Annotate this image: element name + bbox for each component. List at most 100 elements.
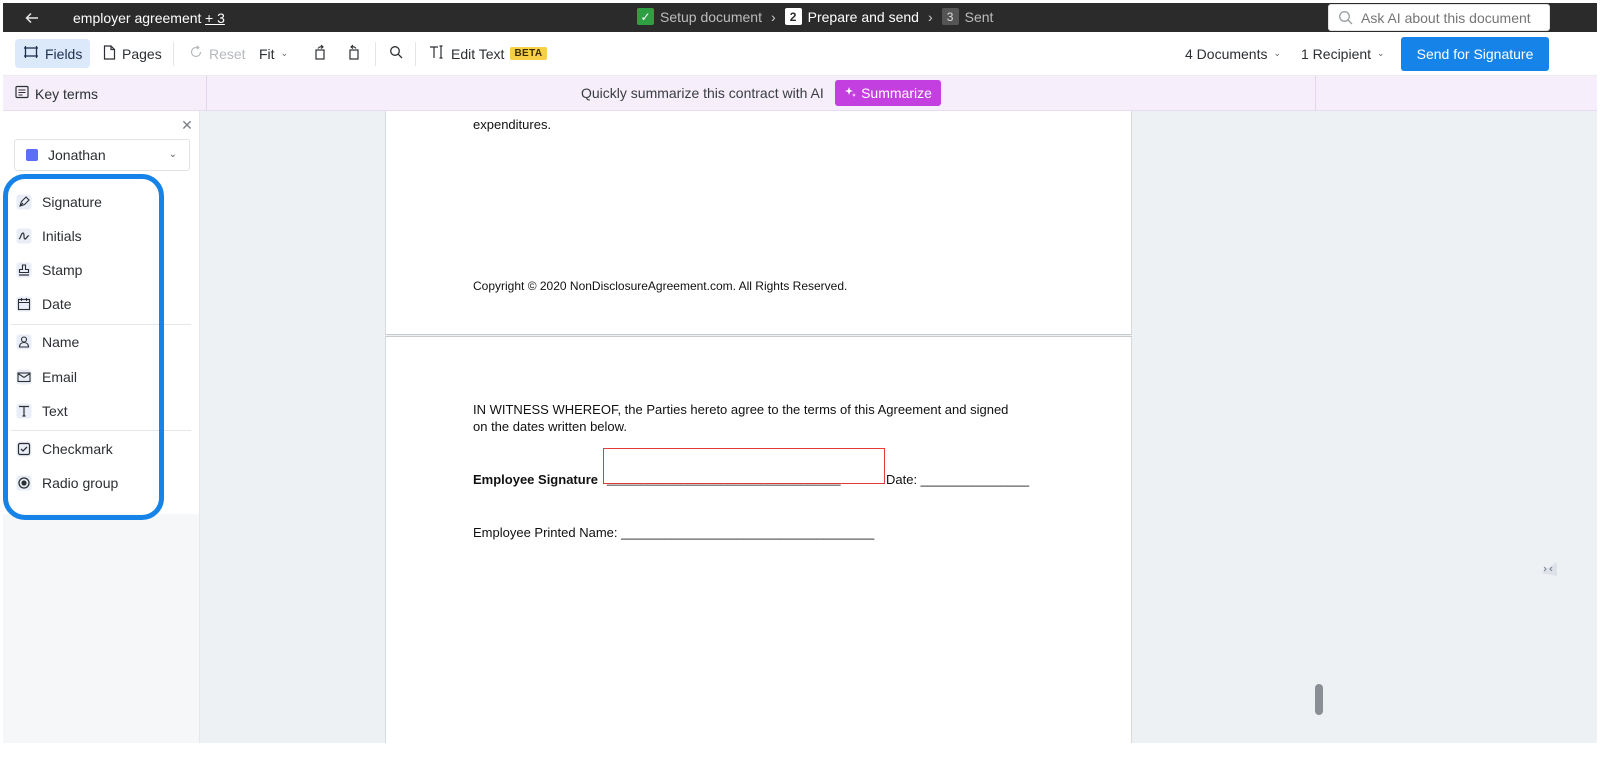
field-label: Checkmark bbox=[42, 441, 113, 457]
printed-name-line: Employee Printed Name: _________________… bbox=[473, 525, 875, 540]
date-line: Date: _______________ bbox=[886, 472, 1030, 487]
step-prepare-and-send[interactable]: 2 Prepare and send bbox=[784, 8, 919, 25]
field-group-divider bbox=[11, 430, 191, 431]
chevron-down-icon: ⌄ bbox=[1377, 48, 1385, 58]
field-group-divider bbox=[11, 324, 191, 325]
documents-dropdown[interactable]: 4 Documents ⌄ bbox=[1177, 39, 1289, 68]
field-label: Date bbox=[42, 296, 72, 312]
scrollbar-thumb[interactable] bbox=[1315, 684, 1323, 715]
toolbar-divider bbox=[375, 42, 376, 66]
field-checkmark[interactable]: Checkmark bbox=[15, 438, 113, 460]
field-text[interactable]: Text bbox=[15, 400, 68, 422]
reset-button-label: Reset bbox=[209, 45, 246, 62]
checkbox-icon bbox=[15, 440, 33, 458]
reset-icon bbox=[189, 45, 203, 62]
step-label: Setup document bbox=[660, 8, 762, 25]
ai-summarize-prompt: Quickly summarize this contract with AI bbox=[581, 85, 824, 101]
text-icon bbox=[15, 402, 33, 420]
document-list-icon bbox=[15, 85, 29, 102]
ask-ai-input[interactable] bbox=[1328, 4, 1550, 31]
step-label: Prepare and send bbox=[807, 8, 919, 25]
field-label: Name bbox=[42, 334, 80, 350]
witness-text-line: on the dates written below. bbox=[473, 419, 627, 434]
rotate-right-button[interactable] bbox=[339, 39, 369, 68]
field-label: Initials bbox=[42, 228, 82, 244]
search-button[interactable] bbox=[381, 39, 411, 68]
ai-summary-bar: Key terms Quickly summarize this contrac… bbox=[3, 76, 1597, 111]
send-for-signature-button[interactable]: Send for Signature bbox=[1401, 37, 1549, 71]
ai-bar-divider bbox=[206, 76, 207, 111]
fit-zoom-label: Fit bbox=[259, 45, 275, 62]
additional-documents-link[interactable]: + 3 bbox=[205, 10, 225, 26]
recipients-dropdown-label: 1 Recipient bbox=[1301, 45, 1372, 62]
employee-signature-label: Employee Signature bbox=[473, 472, 598, 487]
beta-badge: BETA bbox=[510, 47, 547, 60]
recipient-selector[interactable]: Jonathan ⌄ bbox=[14, 139, 190, 171]
edit-text-icon bbox=[429, 45, 445, 62]
toolbar-divider bbox=[415, 42, 416, 66]
field-stamp[interactable]: Stamp bbox=[15, 259, 82, 281]
fields-panel: ✕ Jonathan ⌄ Signature Initials Stamp Da… bbox=[3, 111, 200, 743]
page-icon bbox=[103, 44, 116, 63]
workflow-steps: ✓ Setup document › 2 Prepare and send › … bbox=[637, 8, 993, 25]
toolbar: Fields Pages Reset Fit ⌄ Edit Text BETA … bbox=[3, 32, 1597, 76]
field-date[interactable]: Date bbox=[15, 293, 72, 315]
close-icon[interactable]: ✕ bbox=[179, 117, 195, 133]
field-label: Radio group bbox=[42, 475, 119, 491]
pen-nib-icon bbox=[15, 193, 33, 211]
signature-field-box[interactable] bbox=[603, 448, 885, 484]
document-title: employer agreement bbox=[73, 10, 202, 26]
panel-empty-area bbox=[3, 514, 199, 743]
rotate-right-icon bbox=[347, 44, 361, 63]
chevron-down-icon: ⌄ bbox=[168, 149, 177, 160]
documents-dropdown-label: 4 Documents bbox=[1185, 45, 1268, 62]
rotate-left-icon bbox=[313, 44, 327, 63]
edit-text-button[interactable]: Edit Text BETA bbox=[421, 39, 555, 68]
window-bottom-edge bbox=[0, 743, 1600, 759]
field-name[interactable]: Name bbox=[15, 331, 79, 353]
summarize-button-label: Summarize bbox=[861, 85, 932, 101]
field-radio-group[interactable]: Radio group bbox=[15, 472, 118, 494]
field-initials[interactable]: Initials bbox=[15, 225, 82, 247]
pages-tab[interactable]: Pages bbox=[95, 39, 170, 68]
fields-tab-label: Fields bbox=[45, 45, 83, 62]
edit-text-label: Edit Text bbox=[451, 45, 505, 62]
step-number: 2 bbox=[784, 8, 802, 25]
back-arrow-icon[interactable] bbox=[21, 7, 43, 29]
chevron-right-icon: › bbox=[770, 8, 776, 25]
collapse-panel-icon[interactable] bbox=[1540, 561, 1558, 577]
copyright-text: Copyright © 2020 NonDisclosureAgreement.… bbox=[473, 279, 848, 293]
field-label: Signature bbox=[42, 194, 102, 210]
recipient-color-swatch bbox=[26, 149, 38, 161]
paragraph-text: expenditures. bbox=[473, 117, 552, 132]
sparkle-icon bbox=[844, 85, 857, 101]
user-icon bbox=[15, 333, 33, 351]
field-email[interactable]: Email bbox=[15, 366, 77, 388]
field-label: Stamp bbox=[42, 262, 83, 278]
fields-tab[interactable]: Fields bbox=[15, 39, 91, 68]
summarize-button[interactable]: Summarize bbox=[835, 80, 941, 106]
pages-tab-label: Pages bbox=[122, 45, 162, 62]
fit-zoom-dropdown[interactable]: Fit ⌄ bbox=[251, 39, 296, 68]
step-setup-document[interactable]: ✓ Setup document bbox=[637, 8, 762, 25]
search-icon bbox=[389, 45, 403, 62]
calendar-icon bbox=[15, 295, 33, 313]
envelope-icon bbox=[15, 368, 33, 386]
step-label: Sent bbox=[964, 8, 994, 25]
step-sent[interactable]: 3 Sent bbox=[941, 8, 994, 25]
key-terms-label: Key terms bbox=[35, 85, 99, 102]
field-signature[interactable]: Signature bbox=[15, 191, 102, 213]
key-terms-button[interactable]: Key terms bbox=[15, 83, 98, 104]
field-label: Email bbox=[42, 369, 78, 385]
rotate-left-button[interactable] bbox=[305, 39, 335, 68]
search-icon bbox=[1338, 10, 1354, 26]
witness-text-line: IN WITNESS WHEREOF, the Parties hereto a… bbox=[473, 402, 1009, 417]
document-page: IN WITNESS WHEREOF, the Parties hereto a… bbox=[385, 336, 1132, 743]
check-icon: ✓ bbox=[637, 8, 654, 25]
reset-button[interactable]: Reset bbox=[181, 39, 254, 68]
initials-icon bbox=[15, 227, 33, 245]
stamp-icon bbox=[15, 261, 33, 279]
radio-icon bbox=[15, 474, 33, 492]
recipients-dropdown[interactable]: 1 Recipient ⌄ bbox=[1293, 39, 1393, 68]
document-viewer[interactable]: expenditures. Copyright © 2020 NonDisclo… bbox=[200, 111, 1597, 743]
